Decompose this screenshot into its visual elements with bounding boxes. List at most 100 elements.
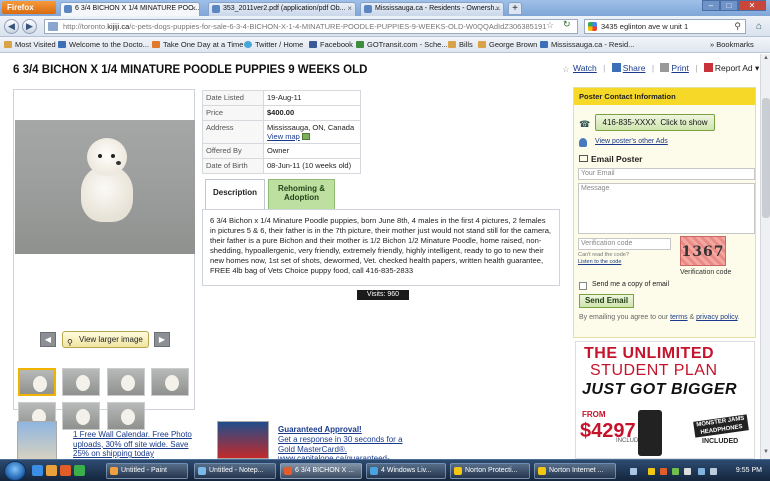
bookmark-gotransit[interactable]: GOTransit.com - Sche...	[356, 37, 448, 52]
norton-tray-icon[interactable]	[648, 468, 655, 475]
magnifier-icon: ⚲	[67, 338, 73, 347]
close-icon[interactable]: ×	[191, 3, 196, 15]
tab-pdf[interactable]: 353_2011ver2.pdf (application/pdf Ob... …	[208, 2, 356, 16]
previous-photo-button[interactable]: ◀	[40, 332, 56, 347]
folder-icon	[448, 41, 456, 48]
media-player-icon[interactable]	[74, 465, 85, 476]
home-icon[interactable]: ⌂	[751, 19, 767, 34]
mastercard-promo-image[interactable]	[217, 421, 269, 459]
phone-image	[638, 410, 662, 456]
bookmark-mississauga[interactable]: Mississauga.ca - Resid...	[540, 37, 634, 52]
watch-link[interactable]: Watch	[573, 63, 597, 73]
forward-button[interactable]: ▶	[22, 19, 37, 34]
photo-thumbnail[interactable]	[107, 368, 145, 396]
main-photo[interactable]	[15, 120, 195, 254]
firefox-tray-icon[interactable]	[660, 468, 667, 475]
taskbar-item-windows-live[interactable]: 4 Windows Liv...	[366, 463, 446, 479]
twitter-icon	[244, 41, 252, 48]
send-copy-label: Send me a copy of email	[592, 281, 670, 288]
scroll-thumb[interactable]	[762, 98, 770, 218]
scroll-down-icon[interactable]: ▼	[762, 449, 770, 458]
chevron-down-icon[interactable]: ▾	[755, 63, 759, 73]
close-icon[interactable]: ×	[347, 3, 352, 15]
taskbar-item-paint[interactable]: Untitled - Paint	[106, 463, 188, 479]
firefox-menu-button[interactable]: Firefox	[2, 1, 56, 14]
bookmark-doctor[interactable]: Welcome to the Docto...	[58, 37, 149, 52]
bookmark-most-visited[interactable]: Most Visited	[4, 37, 56, 52]
bookmarks-menu[interactable]: » Bookmarks	[710, 37, 754, 52]
bookmark-facebook[interactable]: Facebook	[309, 37, 353, 52]
keyboard-icon[interactable]	[630, 468, 637, 475]
phone-icon: ☎	[579, 119, 591, 129]
network-icon[interactable]	[672, 468, 679, 475]
calendar-promo-link[interactable]: 1 Free Wall Calendar. Free Photo uploads…	[73, 430, 203, 459]
next-photo-button[interactable]: ▶	[154, 332, 170, 347]
report-ad-menu[interactable]: Report Ad	[715, 63, 753, 73]
bookmark-bills[interactable]: Bills	[448, 37, 473, 52]
navigation-bar: ◀ ▶ http://toronto.kijiji.ca/c-pets-dogs…	[0, 16, 770, 37]
bookmark-star-icon[interactable]: ☆	[546, 20, 554, 31]
close-window-button[interactable]: ✕	[738, 0, 766, 11]
student-plan-ad[interactable]: THE UNLIMITED STUDENT PLAN JUST GOT BIGG…	[575, 341, 755, 459]
new-tab-button[interactable]: +	[508, 2, 522, 15]
reload-icon[interactable]: ↻	[563, 19, 571, 30]
search-icon[interactable]: ⚲	[734, 20, 741, 33]
bookmark-george-brown[interactable]: George Brown	[478, 37, 537, 52]
address-value: Mississauga, ON, Canada	[267, 123, 355, 132]
page-scrollbar[interactable]: ▲ ▼	[760, 54, 770, 459]
bookmark-one-day[interactable]: Take One Day at a Time	[152, 37, 243, 52]
explorer-icon[interactable]	[46, 465, 57, 476]
search-bar[interactable]: 3435 eglinton ave w unit 1 ⚲	[584, 19, 746, 34]
tab-rehoming-adoption[interactable]: Rehoming & Adoption	[268, 179, 335, 210]
photo-thumbnail[interactable]	[62, 368, 100, 396]
table-row: Price $400.00	[202, 105, 361, 121]
clock[interactable]: 9:55 PM	[736, 463, 762, 479]
send-email-button[interactable]: Send Email	[579, 294, 634, 308]
tab-mississauga[interactable]: Mississauga.ca - Residents - Ownersh... …	[360, 2, 504, 16]
message-textarea[interactable]: Message	[578, 183, 755, 234]
back-button[interactable]: ◀	[4, 19, 19, 34]
battery-icon[interactable]	[698, 468, 705, 475]
terms-link[interactable]: terms	[670, 314, 688, 321]
calendar-promo-image[interactable]	[17, 421, 57, 459]
guaranteed-approval-link[interactable]: Guaranteed Approval!	[278, 425, 362, 434]
close-icon[interactable]: ×	[495, 3, 500, 15]
verification-code-input[interactable]: Verification code	[578, 238, 671, 250]
page-title: 6 3/4 BICHON X 1/4 MINATURE POODLE PUPPI…	[13, 64, 368, 76]
photo-thumbnail[interactable]	[107, 402, 145, 430]
tab-description[interactable]: Description	[205, 179, 265, 210]
photo-thumbnail[interactable]	[18, 368, 56, 396]
show-phone-button[interactable]: 416-835-XXXX Click to show	[595, 114, 715, 131]
map-icon[interactable]	[301, 133, 310, 140]
taskbar-item-norton-protection[interactable]: Norton Protecti...	[450, 463, 530, 479]
view-map-link[interactable]: View map	[267, 132, 300, 141]
taskbar-item-notepad[interactable]: Untitled - Notep...	[194, 463, 276, 479]
listen-code-link[interactable]: Listen to the code	[578, 259, 621, 265]
scroll-up-icon[interactable]: ▲	[762, 55, 770, 64]
privacy-policy-link[interactable]: privacy policy	[696, 314, 738, 321]
start-button[interactable]	[4, 461, 26, 481]
minimize-button[interactable]: –	[702, 0, 720, 11]
maximize-button[interactable]: □	[720, 0, 738, 11]
send-copy-checkbox[interactable]	[579, 282, 587, 290]
print-link[interactable]: Print	[671, 63, 688, 73]
mastercard-promo-link[interactable]: Get a response in 30 seconds for a Gold …	[278, 435, 418, 459]
tab-listing[interactable]: 6 3/4 BICHON X 1/4 MINATURE POO... ×	[60, 2, 200, 16]
bookmark-icon	[58, 41, 66, 48]
ie-icon[interactable]	[32, 465, 43, 476]
volume-icon[interactable]	[710, 468, 717, 475]
listing-description: 6 3/4 Bichon x 1/4 Minature Poodle puppi…	[202, 209, 560, 286]
photo-thumbnail[interactable]	[62, 402, 100, 430]
taskbar-item-norton-internet[interactable]: Norton Internet ...	[534, 463, 616, 479]
captcha-image: 1367	[680, 236, 726, 266]
other-ads-link[interactable]: View poster's other Ads	[595, 138, 668, 145]
taskbar-item-firefox[interactable]: 6 3/4 BICHON X ...	[280, 463, 362, 479]
photo-thumbnail[interactable]	[151, 368, 189, 396]
bookmark-twitter[interactable]: Twitter / Home	[244, 37, 303, 52]
view-larger-image-button[interactable]: ⚲ View larger image	[62, 331, 149, 348]
url-bar[interactable]: http://toronto.kijiji.ca/c-pets-dogs-pup…	[44, 19, 578, 34]
firefox-icon[interactable]	[60, 465, 71, 476]
your-email-input[interactable]: Your Email	[578, 168, 755, 180]
share-link[interactable]: Share	[623, 63, 646, 73]
flag-icon[interactable]	[684, 468, 691, 475]
